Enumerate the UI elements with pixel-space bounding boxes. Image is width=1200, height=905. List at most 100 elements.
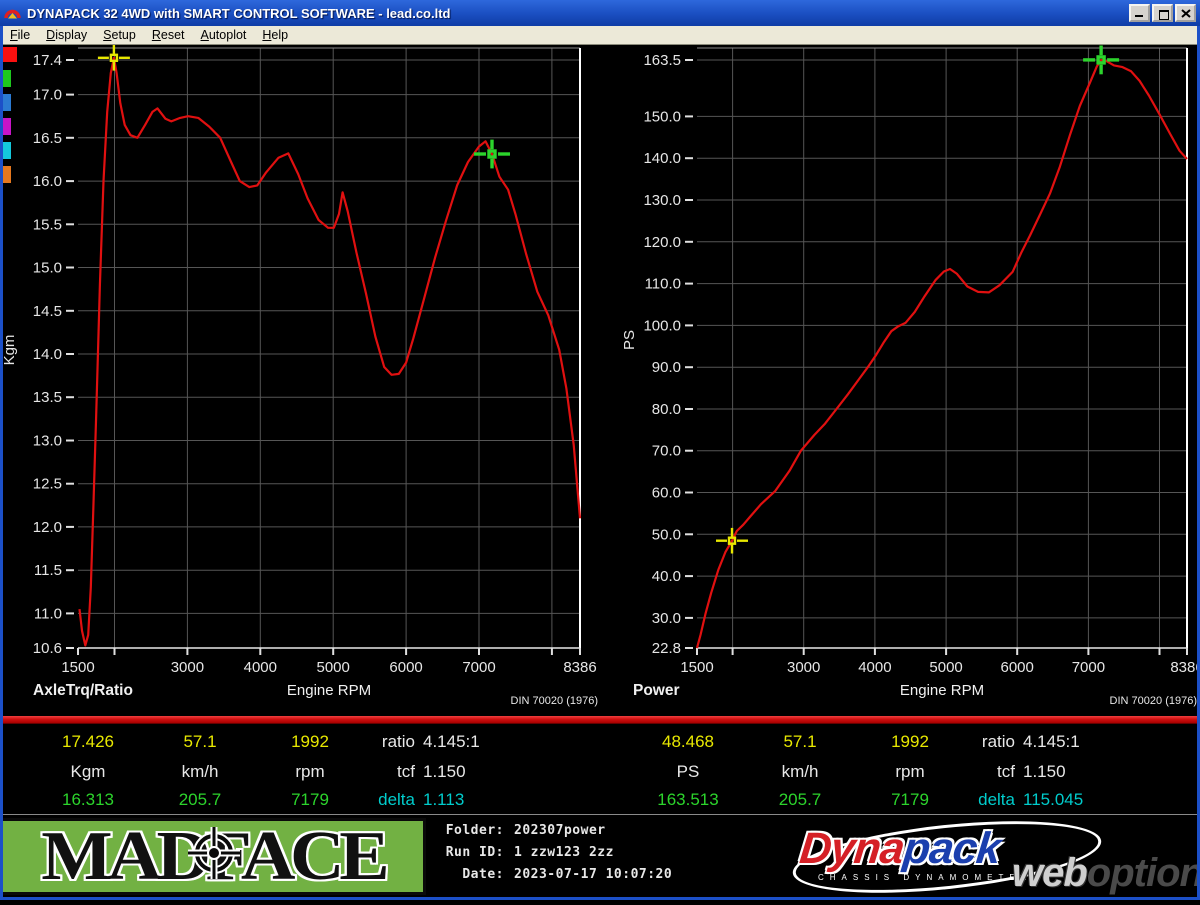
svg-text:3000: 3000 [787, 659, 820, 676]
ratio-value: 4.145:1 [1023, 732, 1080, 751]
svg-text:4000: 4000 [244, 659, 277, 676]
svg-text:70.0: 70.0 [652, 443, 681, 460]
torque-unit: Kgm [70, 762, 106, 781]
svg-text:5000: 5000 [929, 659, 962, 676]
left-xaxis-label: Engine RPM [286, 682, 372, 699]
close-icon [1180, 8, 1191, 18]
svg-text:14.5: 14.5 [33, 303, 62, 320]
svg-text:110.0: 110.0 [645, 276, 681, 293]
svg-text:17.4: 17.4 [33, 52, 62, 69]
svg-text:100.0: 100.0 [643, 317, 681, 334]
dynapack-logo-text: Dynapack [797, 824, 1002, 873]
tcf-label: tcf [397, 762, 415, 781]
close-button[interactable] [1175, 4, 1196, 22]
right-chart-title: Power [633, 682, 680, 699]
window-border-left [0, 26, 3, 900]
svg-text:11.5: 11.5 [34, 562, 62, 579]
power-cursor2-value: 163.513 [657, 790, 719, 809]
speed-unit: km/h [781, 762, 819, 781]
svg-text:130.0: 130.0 [643, 192, 681, 209]
power-chart-grid [697, 48, 1187, 648]
date-row: Date: 2023-07-17 10:07:20 [432, 867, 672, 882]
folder-value: 202307power [514, 823, 606, 838]
svg-text:12.5: 12.5 [33, 476, 62, 493]
menu-item-setup[interactable]: Setup [95, 27, 144, 43]
app-icon [4, 5, 21, 22]
svg-text:PS: PS [621, 330, 638, 350]
ratio-value: 4.145:1 [423, 732, 480, 751]
run-info: Folder: 202307power Run ID: 1 zzw123 2zz… [432, 823, 672, 889]
torque-readout-panel: 17.426 57.1 1992 ratio 4.145:1 Kgm km/h … [0, 724, 600, 814]
svg-text:13.5: 13.5 [33, 389, 62, 406]
ratio-label: ratio [981, 732, 1015, 751]
power-cursor1-value: 48.468 [662, 732, 714, 751]
minimize-button[interactable] [1129, 4, 1150, 22]
speed-unit: km/h [181, 762, 219, 781]
ratio-label: ratio [381, 732, 415, 751]
minimize-icon [1135, 15, 1143, 17]
svg-text:150.0: 150.0 [643, 108, 681, 125]
svg-text:163.5: 163.5 [643, 52, 681, 69]
torque-chart-grid [78, 48, 580, 648]
folder-row: Folder: 202307power [432, 823, 672, 838]
left-chart-title: AxleTrq/Ratio [33, 682, 133, 699]
weboption-watermark: weboption [1012, 851, 1200, 896]
svg-text:Kgm: Kgm [1, 335, 18, 366]
svg-text:40.0: 40.0 [652, 568, 681, 585]
tcf-label: tcf [997, 762, 1015, 781]
svg-text:16.0: 16.0 [33, 173, 62, 190]
torque-cursor2-speed: 205.7 [178, 790, 222, 809]
svg-text:30.0: 30.0 [652, 610, 681, 627]
watermark-option: option [1086, 851, 1200, 895]
run-id-row: Run ID: 1 zzw123 2zz [432, 845, 672, 860]
svg-text:11.0: 11.0 [34, 605, 62, 622]
torque-cursor2-value: 16.313 [62, 790, 114, 809]
window-title: DYNAPACK 32 4WD with SMART CONTROL SOFTW… [27, 5, 451, 21]
svg-text:14.0: 14.0 [33, 346, 62, 363]
power-unit: PS [676, 762, 700, 781]
torque-run-curve [78, 56, 582, 647]
window-buttons [1129, 4, 1196, 22]
svg-text:8386: 8386 [563, 659, 596, 676]
watermark-web: web [1012, 851, 1088, 895]
power-chart-frame [697, 47, 1188, 649]
power-run-curve [695, 58, 1188, 649]
menubar: File Display Setup Reset Autoplot Help [0, 26, 1200, 45]
menu-item-display[interactable]: Display [38, 27, 95, 43]
svg-text:7000: 7000 [1072, 659, 1105, 676]
power-cursor1-speed: 57.1 [783, 732, 817, 751]
menu-item-file[interactable]: File [2, 27, 38, 43]
svg-text:50.0: 50.0 [652, 526, 681, 543]
svg-text:4000: 4000 [858, 659, 891, 676]
separator-bar [0, 716, 1200, 724]
svg-text:16.5: 16.5 [33, 130, 62, 147]
svg-text:22.8: 22.8 [652, 640, 681, 657]
restore-button[interactable] [1152, 4, 1173, 22]
svg-text:7000: 7000 [462, 659, 495, 676]
folder-label: Folder: [445, 823, 504, 838]
dyno-charts[interactable]: 17.4 17.0 16.5 16.0 15.5 15.0 14.5 14.0 13.5 13.0… [0, 44, 1200, 716]
footer: MADFACE Folder: 202307power Run ID: 1 zz… [0, 808, 1200, 905]
svg-text:140.0: 140.0 [643, 150, 681, 167]
delta-label: delta [378, 790, 415, 809]
svg-text:10.6: 10.6 [33, 640, 62, 657]
svg-text:15.5: 15.5 [33, 216, 62, 233]
power-chart-axes: 163.5 150.0 140.0 130.0 120.0 110.0 100.0 90.0 8… [621, 52, 1200, 676]
svg-text:17.0: 17.0 [33, 87, 62, 104]
svg-text:60.0: 60.0 [652, 485, 681, 502]
power-cursor2-speed: 205.7 [778, 790, 822, 809]
svg-text:13.0: 13.0 [33, 433, 62, 450]
dynapack-subtitle: CHASSIS DYNAMOMETERS [818, 873, 1044, 882]
svg-text:120.0: 120.0 [643, 234, 681, 251]
svg-text:80.0: 80.0 [652, 401, 681, 418]
svg-text:1500: 1500 [61, 659, 94, 676]
tcf-value: 1.150 [423, 762, 466, 781]
tcf-value: 1.150 [1023, 762, 1066, 781]
menu-item-help[interactable]: Help [254, 27, 296, 43]
menu-item-autoplot[interactable]: Autoplot [193, 27, 255, 43]
crosshair-icon [188, 827, 240, 879]
titlebar[interactable]: DYNAPACK 32 4WD with SMART CONTROL SOFTW… [0, 0, 1200, 26]
svg-text:12.0: 12.0 [33, 519, 62, 536]
menu-item-reset[interactable]: Reset [144, 27, 193, 43]
svg-text:15.0: 15.0 [33, 260, 62, 277]
